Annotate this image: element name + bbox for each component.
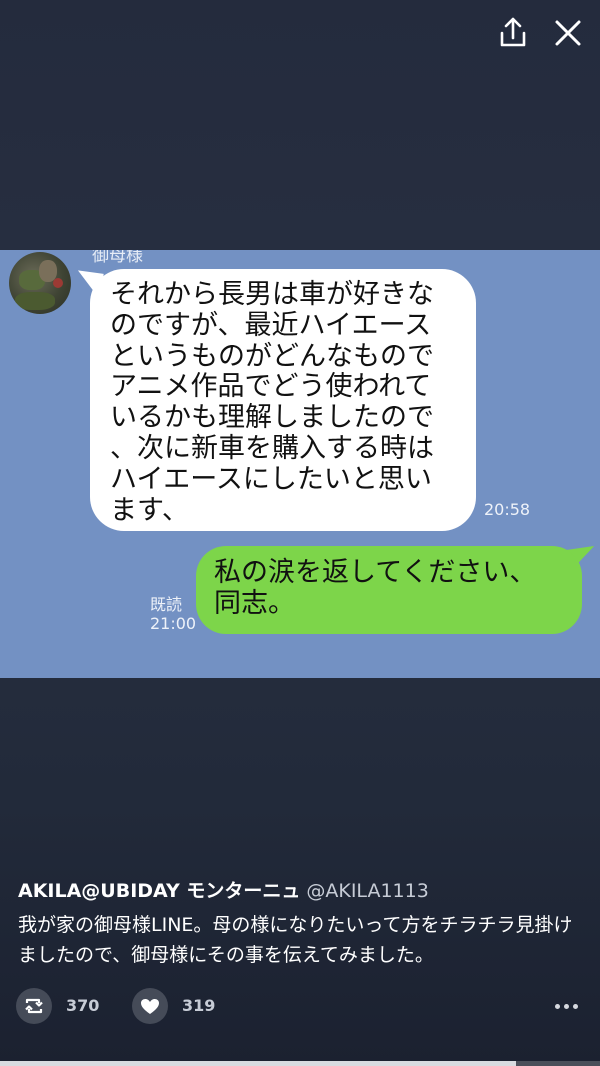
- heart-icon: [141, 999, 159, 1014]
- retweet-button[interactable]: [16, 988, 52, 1024]
- close-icon[interactable]: [549, 14, 587, 52]
- sent-message-text: 私の涙を返してください、 同志。: [214, 557, 537, 619]
- more-options-icon[interactable]: [554, 994, 580, 1018]
- like-count: 319: [182, 996, 216, 1015]
- tweet-text: 我が家の御母様LINE。母の様になりたいって方をチラチラ見掛けましたので、御母様…: [18, 914, 573, 966]
- author-name[interactable]: AKILA@UBIDAY モンターニュ: [18, 880, 300, 902]
- sender-name: 御母様: [92, 250, 143, 266]
- received-message-text: それから長男は車が好きな のですが、最近ハイエース というものがどんなもので ア…: [110, 279, 434, 526]
- sent-timestamp: 21:00: [150, 614, 197, 633]
- chat-screenshot[interactable]: 御母様 それから長男は車が好きな のですが、最近ハイエース というものがどんなも…: [0, 250, 600, 678]
- retweet-icon: [25, 998, 43, 1014]
- avatar: [9, 252, 71, 314]
- like-button[interactable]: [132, 988, 168, 1024]
- retweet-count: 370: [66, 996, 100, 1015]
- share-icon[interactable]: [494, 14, 532, 52]
- read-receipt: 既読 21:00: [150, 595, 196, 633]
- video-progress-fill: [0, 1061, 516, 1066]
- author-handle[interactable]: @AKILA1113: [306, 880, 428, 902]
- read-label: 既読: [150, 595, 183, 614]
- received-timestamp: 20:58: [484, 500, 531, 519]
- author-line[interactable]: AKILA@UBIDAY モンターニュ @AKILA1113: [18, 876, 429, 903]
- video-progress-bar[interactable]: [0, 1061, 600, 1066]
